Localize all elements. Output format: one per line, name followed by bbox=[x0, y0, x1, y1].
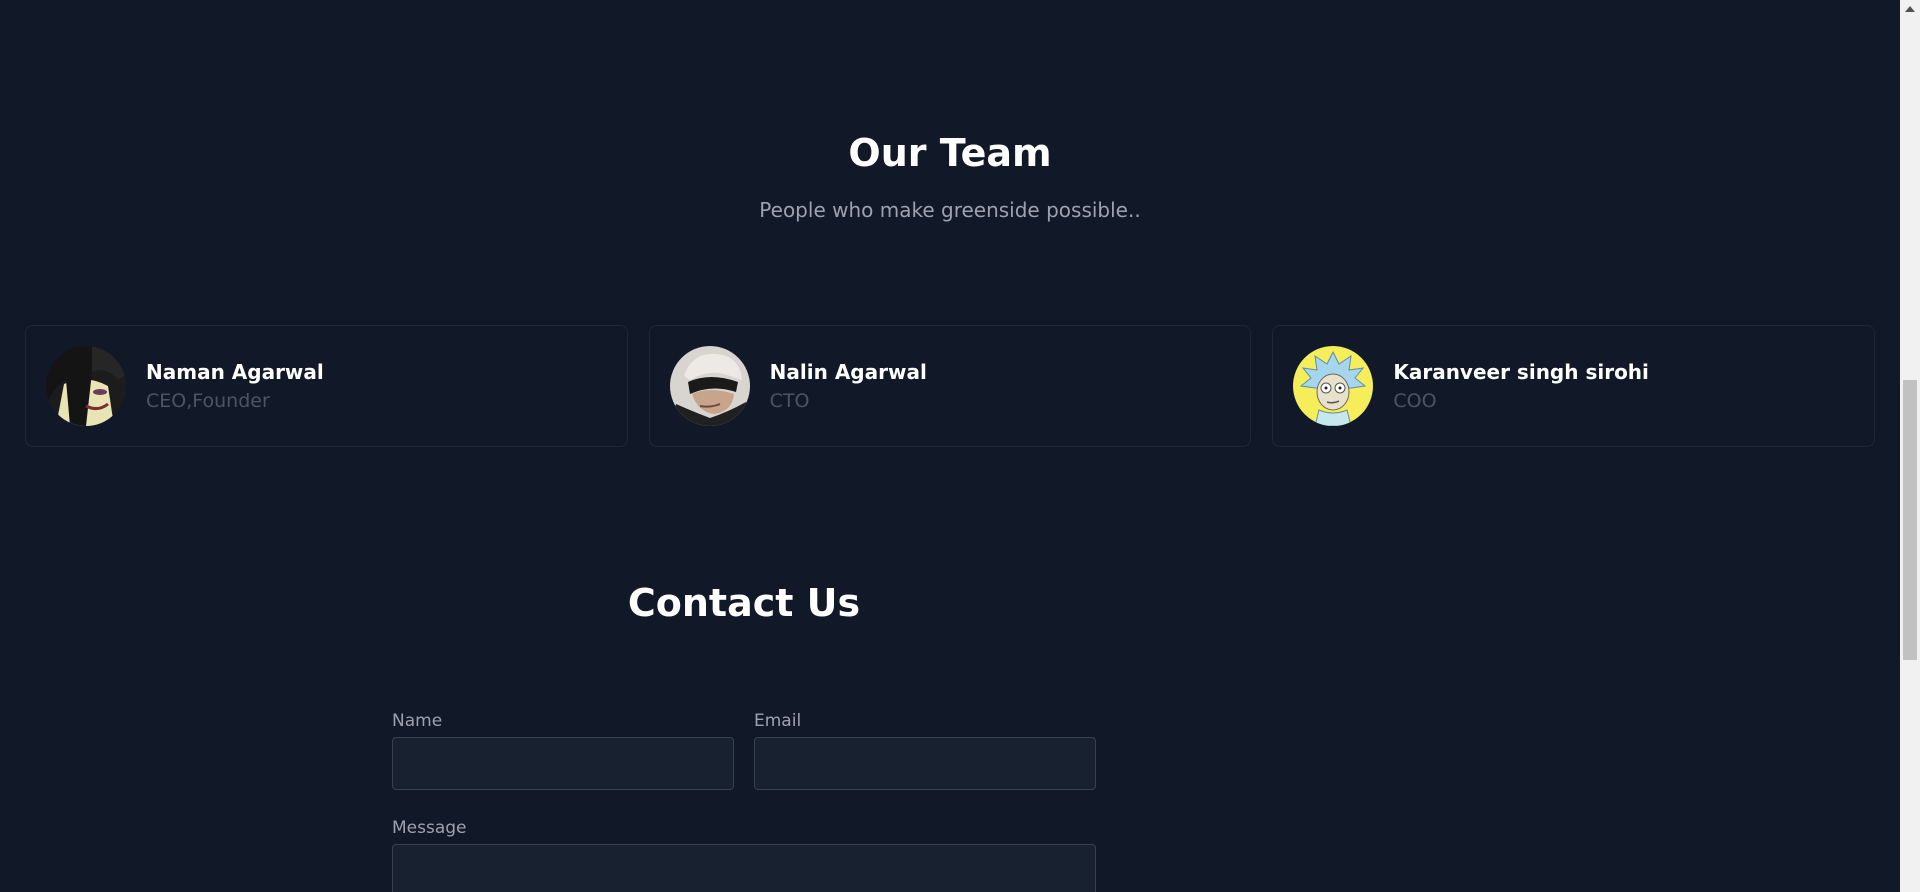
team-grid: Naman Agarwal CEO,Founder Nalin Agarwal … bbox=[25, 325, 1876, 447]
team-member-card: Karanveer singh sirohi COO bbox=[1272, 325, 1876, 447]
member-role: COO bbox=[1393, 390, 1437, 412]
blindfolded-character-avatar-icon bbox=[669, 346, 750, 426]
member-role: CTO bbox=[769, 390, 810, 412]
vertical-scrollbar[interactable] bbox=[1900, 0, 1920, 892]
email-field[interactable] bbox=[754, 737, 1096, 790]
dark-haired-character-avatar-icon bbox=[46, 346, 126, 426]
contact-section-title: Contact Us bbox=[627, 581, 861, 625]
name-field-label: Name bbox=[392, 711, 443, 731]
avatar bbox=[1293, 346, 1374, 426]
member-name: Naman Agarwal bbox=[146, 360, 324, 384]
email-field-label: Email bbox=[754, 711, 802, 731]
member-name: Karanveer singh sirohi bbox=[1393, 360, 1649, 384]
member-name: Nalin Agarwal bbox=[769, 360, 927, 384]
blue-haired-scientist-avatar-icon bbox=[1293, 346, 1374, 426]
message-field-label: Message bbox=[392, 818, 467, 838]
member-info: Naman Agarwal CEO,Founder bbox=[146, 357, 324, 415]
scrollbar-thumb[interactable] bbox=[1903, 380, 1917, 660]
member-info: Karanveer singh sirohi COO bbox=[1393, 357, 1649, 415]
team-section-title: Our Team bbox=[848, 131, 1052, 175]
message-field[interactable] bbox=[392, 844, 1096, 892]
avatar bbox=[669, 346, 750, 426]
member-role: CEO,Founder bbox=[146, 390, 270, 412]
team-member-card: Nalin Agarwal CTO bbox=[648, 325, 1252, 447]
name-field[interactable] bbox=[392, 737, 734, 790]
scroll-up-arrow-icon[interactable] bbox=[1900, 0, 1920, 17]
team-member-card: Naman Agarwal CEO,Founder bbox=[25, 325, 628, 447]
team-section-subtitle: People who make greenside possible.. bbox=[759, 198, 1141, 222]
avatar bbox=[46, 346, 126, 426]
member-info: Nalin Agarwal CTO bbox=[770, 357, 927, 415]
page: Our Team People who make greenside possi… bbox=[0, 0, 1920, 892]
